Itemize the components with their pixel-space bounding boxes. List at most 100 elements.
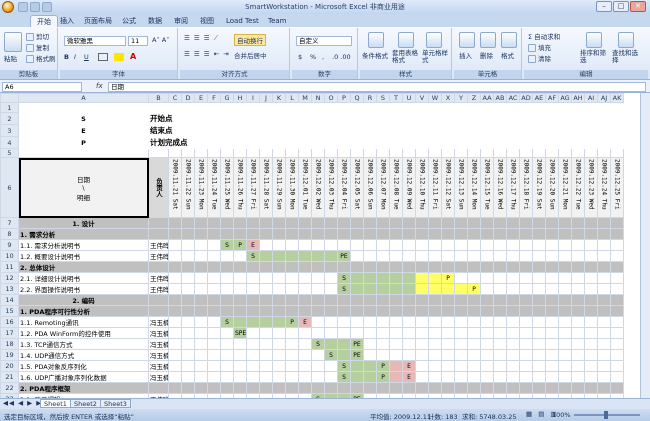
cell[interactable] bbox=[610, 136, 624, 149]
gantt-marker[interactable]: P bbox=[285, 316, 299, 328]
gantt-cell[interactable] bbox=[272, 360, 286, 372]
gantt-cell[interactable] bbox=[415, 228, 429, 240]
gantt-marker[interactable]: S bbox=[220, 239, 234, 251]
cell[interactable] bbox=[337, 102, 351, 113]
gantt-cell[interactable] bbox=[493, 327, 507, 339]
cell[interactable] bbox=[558, 124, 572, 137]
gantt-cell[interactable] bbox=[480, 217, 494, 229]
gantt-cell[interactable] bbox=[168, 283, 182, 295]
cell[interactable] bbox=[311, 124, 325, 137]
date-column-header[interactable]: 2009.12.11 Fri bbox=[428, 157, 442, 218]
gantt-cell[interactable] bbox=[259, 338, 273, 350]
cell[interactable] bbox=[571, 148, 585, 158]
gantt-cell[interactable] bbox=[597, 261, 611, 273]
gantt-cell[interactable] bbox=[389, 360, 403, 372]
gantt-cell[interactable] bbox=[402, 228, 416, 240]
cell[interactable] bbox=[532, 148, 546, 158]
gantt-cell[interactable] bbox=[298, 250, 312, 262]
gantt-cell[interactable] bbox=[246, 272, 260, 284]
gantt-cell[interactable] bbox=[532, 250, 546, 262]
date-column-header[interactable]: 2009.12.18 Fri bbox=[519, 157, 533, 218]
column-header[interactable]: C bbox=[168, 93, 182, 103]
cell[interactable] bbox=[441, 136, 455, 149]
align-left-icon[interactable]: ☰ ☰ ☰ ⇤ ⇥ bbox=[184, 50, 230, 58]
legend-label[interactable]: 计划完成点 bbox=[148, 136, 208, 149]
gantt-cell[interactable] bbox=[337, 228, 351, 240]
borders-icon[interactable] bbox=[98, 53, 108, 61]
gantt-cell[interactable] bbox=[181, 228, 195, 240]
gantt-cell[interactable] bbox=[285, 382, 299, 394]
gantt-cell[interactable] bbox=[220, 382, 234, 394]
tab-data[interactable]: 数据 bbox=[142, 15, 168, 27]
gantt-cell[interactable] bbox=[337, 305, 351, 317]
cell[interactable] bbox=[545, 124, 559, 137]
tab-insert[interactable]: 插入 bbox=[54, 15, 80, 27]
gantt-cell[interactable] bbox=[402, 261, 416, 273]
cell[interactable] bbox=[298, 124, 312, 137]
gantt-cell[interactable] bbox=[272, 338, 286, 350]
font-color-icon[interactable]: A bbox=[130, 52, 136, 61]
task-label[interactable]: 1.3. TCP通信方式 bbox=[18, 338, 149, 350]
gantt-cell[interactable] bbox=[233, 360, 247, 372]
gantt-cell[interactable] bbox=[246, 261, 260, 273]
gantt-cell[interactable] bbox=[220, 371, 234, 383]
gantt-cell[interactable] bbox=[285, 327, 299, 339]
date-column-header[interactable]: 2009.12.21 Mon bbox=[558, 157, 572, 218]
gantt-cell[interactable] bbox=[610, 349, 624, 361]
gantt-cell[interactable] bbox=[532, 382, 546, 394]
gantt-cell[interactable] bbox=[428, 382, 442, 394]
cell[interactable] bbox=[389, 102, 403, 113]
gantt-cell[interactable] bbox=[415, 371, 429, 383]
gantt-marker[interactable]: S bbox=[311, 338, 325, 350]
cell-styles-button[interactable]: 单元格样式 bbox=[422, 50, 450, 64]
cell[interactable] bbox=[428, 102, 442, 113]
gantt-cell[interactable] bbox=[389, 217, 403, 229]
column-header[interactable]: O bbox=[324, 93, 338, 103]
column-header[interactable]: L bbox=[285, 93, 299, 103]
cell[interactable] bbox=[506, 148, 520, 158]
cell[interactable] bbox=[259, 124, 273, 137]
gantt-cell[interactable] bbox=[363, 305, 377, 317]
gantt-cell[interactable] bbox=[259, 228, 273, 240]
gantt-cell[interactable] bbox=[363, 327, 377, 339]
gantt-cell[interactable] bbox=[571, 294, 585, 306]
tab-review[interactable]: 审阅 bbox=[168, 15, 194, 27]
gantt-cell[interactable] bbox=[389, 272, 403, 284]
cell[interactable] bbox=[324, 148, 338, 158]
gantt-cell[interactable] bbox=[181, 305, 195, 317]
gantt-cell[interactable] bbox=[545, 327, 559, 339]
currency-icon[interactable]: $ bbox=[298, 53, 302, 61]
gantt-cell[interactable] bbox=[454, 239, 468, 251]
gantt-cell[interactable] bbox=[532, 371, 546, 383]
zoom-slider-handle[interactable] bbox=[604, 411, 608, 419]
gantt-cell[interactable] bbox=[363, 382, 377, 394]
gantt-cell[interactable] bbox=[194, 371, 208, 383]
cell[interactable] bbox=[207, 148, 221, 158]
gantt-cell[interactable] bbox=[207, 239, 221, 251]
gantt-cell[interactable] bbox=[285, 294, 299, 306]
gantt-cell[interactable] bbox=[168, 294, 182, 306]
cell[interactable] bbox=[493, 112, 507, 125]
gantt-cell[interactable] bbox=[246, 338, 260, 350]
gantt-cell[interactable] bbox=[285, 283, 299, 295]
gantt-cell[interactable] bbox=[519, 239, 533, 251]
gantt-cell[interactable] bbox=[324, 272, 338, 284]
format-cells-icon[interactable] bbox=[501, 32, 517, 48]
gantt-cell[interactable] bbox=[207, 250, 221, 262]
gantt-cell[interactable] bbox=[220, 272, 234, 284]
legend-code[interactable]: S bbox=[18, 112, 149, 125]
cell[interactable] bbox=[376, 124, 390, 137]
gantt-marker[interactable]: S bbox=[246, 250, 260, 262]
gantt-cell[interactable] bbox=[376, 250, 390, 262]
gantt-cell[interactable] bbox=[207, 382, 221, 394]
cell[interactable] bbox=[428, 148, 442, 158]
cell[interactable] bbox=[584, 148, 598, 158]
cell[interactable] bbox=[389, 136, 403, 149]
gantt-cell[interactable] bbox=[311, 272, 325, 284]
gantt-cell[interactable] bbox=[285, 272, 299, 284]
gantt-cell[interactable] bbox=[207, 217, 221, 229]
gantt-cell[interactable] bbox=[350, 217, 364, 229]
gantt-cell[interactable] bbox=[506, 217, 520, 229]
gantt-cell[interactable] bbox=[350, 294, 364, 306]
gantt-cell[interactable] bbox=[194, 316, 208, 328]
